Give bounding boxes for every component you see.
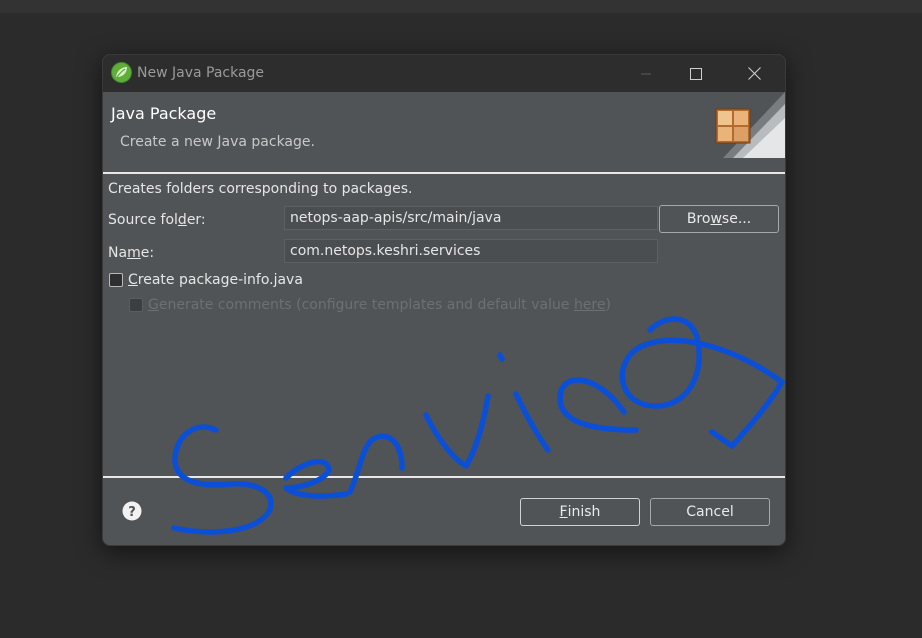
svg-text:?: ? xyxy=(128,505,136,520)
create-package-info-checkbox[interactable] xyxy=(109,273,123,287)
source-folder-input[interactable]: netops-aap-apis/src/main/java xyxy=(284,206,658,230)
maximize-button[interactable] xyxy=(673,55,719,92)
package-name-input[interactable]: com.netops.keshri.services xyxy=(284,239,658,263)
new-java-package-dialog: New Java Package Java Package Create a n… xyxy=(102,54,786,546)
java-package-wizard-icon xyxy=(715,92,785,158)
minimize-button[interactable] xyxy=(623,55,669,92)
configure-templates-link[interactable]: here xyxy=(574,297,606,313)
footer-separator xyxy=(103,476,785,478)
minimize-icon xyxy=(641,73,651,74)
desktop-top-bar xyxy=(0,0,922,13)
banner-title: Java Package xyxy=(111,104,217,123)
create-package-info-label[interactable]: Create package-info.java xyxy=(128,272,303,288)
close-button[interactable] xyxy=(731,55,777,92)
generate-comments-label: Generate comments (configure templates a… xyxy=(148,297,611,313)
title-bar[interactable]: New Java Package xyxy=(103,55,785,92)
wizard-banner: Java Package Create a new Java package. xyxy=(103,92,785,172)
maximize-icon xyxy=(690,67,702,80)
banner-description: Create a new Java package. xyxy=(120,134,315,150)
intro-text: Creates folders corresponding to package… xyxy=(108,181,413,197)
name-label: Name: xyxy=(108,245,155,261)
browse-button[interactable]: Bro w se... xyxy=(659,205,779,233)
window-title: New Java Package xyxy=(137,65,265,81)
help-icon[interactable]: ? xyxy=(122,501,142,521)
cancel-button[interactable]: Cancel xyxy=(650,498,770,526)
banner-separator xyxy=(103,172,785,174)
finish-button[interactable]: Finish xyxy=(520,498,640,526)
generate-comments-checkbox[interactable] xyxy=(129,298,143,312)
close-icon xyxy=(747,67,761,80)
source-folder-label: Source folder: xyxy=(108,212,206,228)
spring-leaf-icon xyxy=(111,62,132,83)
